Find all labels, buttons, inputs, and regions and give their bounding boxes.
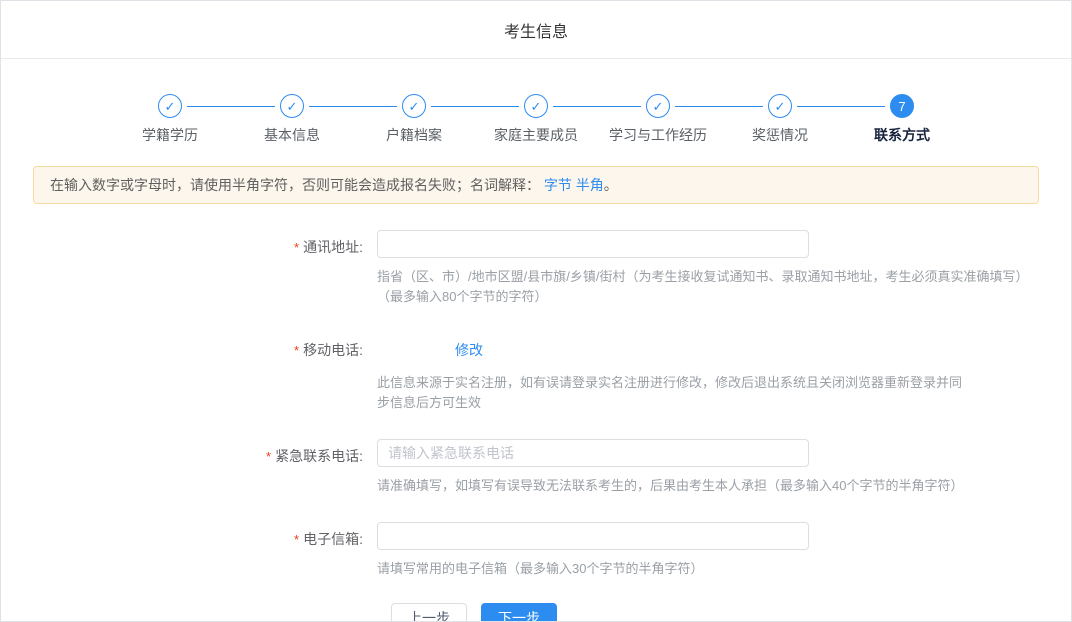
address-label: * 通讯地址: <box>1 230 377 307</box>
email-control: 请填写常用的电子信箱（最多输入30个字节的半角字符） <box>377 522 1071 579</box>
step-label: 学习与工作经历 <box>597 125 719 145</box>
page-header: 考生信息 <box>1 1 1071 59</box>
notice-text: 在输入数字或字母时，请使用半角字符，否则可能会造成报名失败；名词解释： <box>50 177 540 193</box>
mobile-label: * 移动电话: <box>1 333 377 413</box>
contact-info-form: * 通讯地址: 指省（区、市）/地市区盟/县市旗/乡镇/街村（为考生接收复试通知书… <box>1 230 1071 622</box>
emergency-phone-row: * 紧急联系电话: 请准确填写，如填写有误导致无法联系考生的，后果由考生本人承担（… <box>1 439 1071 496</box>
modify-mobile-link[interactable]: 修改 <box>455 340 483 360</box>
step-rewards-punishments[interactable]: ✓ 奖惩情况 <box>719 94 841 145</box>
step-number-badge: 7 <box>890 94 914 118</box>
address-row: * 通讯地址: 指省（区、市）/地市区盟/县市旗/乡镇/街村（为考生接收复试通知书… <box>1 230 1071 307</box>
required-asterisk: * <box>266 449 271 464</box>
address-label-text: 通讯地址: <box>303 239 363 255</box>
form-actions: 上一步 下一步 <box>391 603 1071 622</box>
mobile-label-text: 移动电话: <box>303 342 363 358</box>
candidate-info-page: 考生信息 ✓ 学籍学历 ✓ 基本信息 ✓ 户籍档案 ✓ 家庭主要成员 ✓ 学习与… <box>0 0 1072 622</box>
check-icon: ✓ <box>280 94 304 118</box>
mobile-value-line: 修改 <box>377 333 1071 360</box>
byte-definition-link[interactable]: 字节 <box>544 177 572 193</box>
emergency-phone-input[interactable] <box>377 439 809 467</box>
email-label: * 电子信箱: <box>1 522 377 579</box>
step-basic-info[interactable]: ✓ 基本信息 <box>231 94 353 145</box>
step-label: 基本信息 <box>231 125 353 145</box>
emergency-phone-label-text: 紧急联系电话: <box>275 448 363 464</box>
check-icon: ✓ <box>646 94 670 118</box>
step-label: 奖惩情况 <box>719 125 841 145</box>
address-help-line2: （最多输入80个字节的字符） <box>377 287 1071 307</box>
step-family-members[interactable]: ✓ 家庭主要成员 <box>475 94 597 145</box>
step-contact-info[interactable]: 7 联系方式 <box>841 94 963 145</box>
step-student-status[interactable]: ✓ 学籍学历 <box>109 94 231 145</box>
mobile-row: * 移动电话: 修改 此信息来源于实名注册，如有误请登录实名注册进行修改，修改后退… <box>1 333 1071 413</box>
emergency-phone-control: 请准确填写，如填写有误导致无法联系考生的，后果由考生本人承担（最多输入40个字节… <box>377 439 1071 496</box>
step-label: 家庭主要成员 <box>475 125 597 145</box>
halfwidth-definition-link[interactable]: 半角 <box>576 177 604 193</box>
required-asterisk: * <box>294 240 299 255</box>
address-control: 指省（区、市）/地市区盟/县市旗/乡镇/街村（为考生接收复试通知书、录取通知书地… <box>377 230 1071 307</box>
step-label: 联系方式 <box>841 125 963 145</box>
step-label: 户籍档案 <box>353 125 475 145</box>
mobile-help: 此信息来源于实名注册，如有误请登录实名注册进行修改，修改后退出系统且关闭浏览器重… <box>377 373 962 413</box>
email-help: 请填写常用的电子信箱（最多输入30个字节的半角字符） <box>377 559 1071 579</box>
email-input[interactable] <box>377 522 809 550</box>
page-title: 考生信息 <box>504 18 568 42</box>
check-icon: ✓ <box>402 94 426 118</box>
halfwidth-warning-banner: 在输入数字或字母时，请使用半角字符，否则可能会造成报名失败；名词解释： 字节 半… <box>33 166 1039 204</box>
step-household-file[interactable]: ✓ 户籍档案 <box>353 94 475 145</box>
required-asterisk: * <box>294 532 299 547</box>
next-step-button[interactable]: 下一步 <box>481 603 557 622</box>
step-label: 学籍学历 <box>109 125 231 145</box>
address-input[interactable] <box>377 230 809 258</box>
wizard-stepper: ✓ 学籍学历 ✓ 基本信息 ✓ 户籍档案 ✓ 家庭主要成员 ✓ 学习与工作经历 … <box>1 59 1071 145</box>
email-row: * 电子信箱: 请填写常用的电子信箱（最多输入30个字节的半角字符） <box>1 522 1071 579</box>
previous-step-button[interactable]: 上一步 <box>391 603 467 622</box>
mobile-control: 修改 此信息来源于实名注册，如有误请登录实名注册进行修改，修改后退出系统且关闭浏… <box>377 333 1071 413</box>
required-asterisk: * <box>294 343 299 358</box>
emergency-phone-label: * 紧急联系电话: <box>1 439 377 496</box>
check-icon: ✓ <box>768 94 792 118</box>
check-icon: ✓ <box>158 94 182 118</box>
emergency-phone-help: 请准确填写，如填写有误导致无法联系考生的，后果由考生本人承担（最多输入40个字节… <box>377 476 1071 496</box>
email-label-text: 电子信箱: <box>303 531 363 547</box>
step-study-work-experience[interactable]: ✓ 学习与工作经历 <box>597 94 719 145</box>
notice-text-end: 。 <box>604 177 618 193</box>
address-help-line1: 指省（区、市）/地市区盟/县市旗/乡镇/街村（为考生接收复试通知书、录取通知书地… <box>377 267 1071 287</box>
check-icon: ✓ <box>524 94 548 118</box>
